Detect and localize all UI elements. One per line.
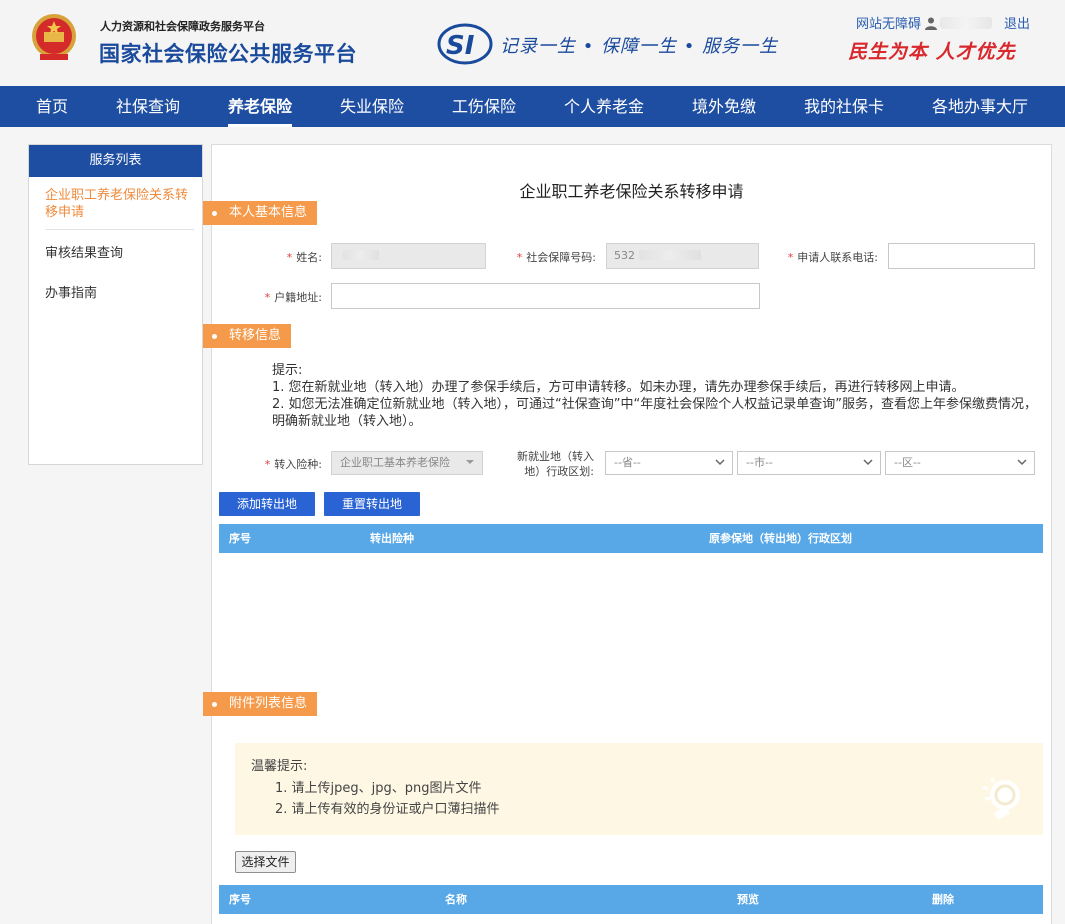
nav-pension[interactable]: 养老保险 — [228, 86, 293, 127]
page-title: 企业职工养老保险关系转移申请 — [519, 182, 744, 201]
transfer-table-header: 序号 转出险种 原参保地（转出地）行政区划 — [219, 524, 1043, 553]
nav-my-card[interactable]: 我的社保卡 — [804, 86, 884, 127]
choose-file-button[interactable]: 选择文件 — [235, 851, 296, 873]
nav-home[interactable]: 首页 — [36, 86, 68, 127]
province-select[interactable]: --省-- — [605, 451, 733, 475]
social-insurance-logo-icon: SI — [437, 23, 493, 65]
logout-link[interactable]: 退出 — [1004, 17, 1030, 32]
col-index: 序号 — [229, 532, 251, 545]
transfer-type-select[interactable]: 企业职工基本养老保险 — [331, 451, 483, 475]
col-origin-region: 原参保地（转出地）行政区划 — [709, 532, 852, 545]
tips-line-2: 2. 如您无法准确定位新就业地（转入地），可通过“社保查询”中“年度社会保险个人… — [272, 397, 1037, 429]
username-masked — [940, 17, 993, 29]
transfer-type-label: * 转入险种: — [264, 458, 322, 471]
chevron-down-icon — [715, 459, 725, 466]
chevron-down-icon — [1017, 459, 1027, 466]
address-label: * 户籍地址: — [264, 291, 322, 304]
col-preview: 预览 — [737, 893, 759, 906]
nav-personal-pension[interactable]: 个人养老金 — [564, 86, 644, 127]
col-name: 名称 — [445, 893, 467, 906]
attachment-table-header: 序号 名称 预览 删除 — [219, 885, 1043, 914]
slogan: 记录一生 • 保障一生 • 服务一生 — [500, 36, 779, 57]
notice-item-2: 2. 请上传有效的身份证或户口薄扫描件 — [275, 802, 500, 817]
add-transfer-out-button[interactable]: 添加转出地 — [219, 492, 315, 516]
phone-label: * 申请人联系电话: — [787, 251, 878, 264]
notice-item-1: 1. 请上传jpeg、jpg、png图片文件 — [275, 781, 482, 796]
section-tag-attachments: 附件列表信息 — [203, 692, 318, 716]
region-label: 新就业地（转入 地）行政区划: — [517, 450, 594, 478]
sidebar-item-guide[interactable]: 办事指南 — [45, 277, 194, 311]
city-select[interactable]: --市-- — [737, 451, 881, 475]
motto: 民生为本 人才优先 — [848, 41, 1016, 63]
user-avatar-icon — [925, 17, 938, 30]
col-insurance-type: 转出险种 — [370, 532, 414, 545]
site-title: 国家社会保险公共服务平台 — [99, 42, 357, 66]
col-delete: 删除 — [932, 893, 954, 906]
transfer-tips: 提示: 1. 您在新就业地（转入地）办理了参保手续后，方可申请转移。如未办理，请… — [272, 362, 1042, 430]
nav-unemployment[interactable]: 失业保险 — [340, 86, 404, 127]
phone-input[interactable] — [888, 243, 1035, 269]
accessibility-link[interactable]: 网站无障碍 — [856, 17, 921, 32]
district-select[interactable]: --区-- — [885, 451, 1035, 475]
lightbulb-icon — [982, 777, 1020, 820]
ssn-input[interactable]: 532 — [606, 243, 759, 269]
sidebar-item-result-query[interactable]: 审核结果查询 — [45, 237, 194, 271]
main-nav: 首页 社保查询 养老保险 失业保险 工伤保险 个人养老金 境外免缴 我的社保卡 … — [0, 86, 1065, 127]
notice-head: 温馨提示: — [251, 759, 308, 774]
nav-local-halls[interactable]: 各地办事大厅 — [932, 86, 1028, 127]
name-input[interactable] — [331, 243, 486, 269]
name-label: * 姓名: — [286, 251, 322, 264]
ssn-label: * 社会保障号码: — [516, 251, 596, 264]
section-tag-basic-info: 本人基本信息 — [203, 201, 318, 225]
nav-social-query[interactable]: 社保查询 — [116, 86, 180, 127]
site-subtitle: 人力资源和社会保障政务服务平台 — [100, 20, 265, 33]
sidebar-title: 服务列表 — [29, 145, 202, 177]
col-index: 序号 — [229, 893, 251, 906]
site-header: 人力资源和社会保障政务服务平台 国家社会保险公共服务平台 SI 记录一生 • 保… — [0, 0, 1065, 86]
tips-line-1: 1. 您在新就业地（转入地）办理了参保手续后，方可申请转移。如未办理，请先办理参… — [272, 380, 965, 395]
reset-transfer-out-button[interactable]: 重置转出地 — [324, 492, 420, 516]
upload-notice: 温馨提示: 1. 请上传jpeg、jpg、png图片文件 2. 请上传有效的身份… — [235, 743, 1043, 835]
address-input[interactable] — [331, 283, 760, 309]
tips-head: 提示: — [272, 363, 303, 378]
top-links: 网站无障碍 退出 — [856, 13, 1030, 32]
svg-text:SI: SI — [446, 31, 475, 61]
chevron-down-icon — [863, 459, 873, 466]
chevron-down-icon — [466, 460, 474, 464]
national-emblem-icon — [32, 14, 76, 60]
section-tag-transfer-info: 转移信息 — [203, 324, 292, 348]
nav-injury[interactable]: 工伤保险 — [452, 86, 516, 127]
nav-overseas-exemption[interactable]: 境外免缴 — [692, 86, 756, 127]
